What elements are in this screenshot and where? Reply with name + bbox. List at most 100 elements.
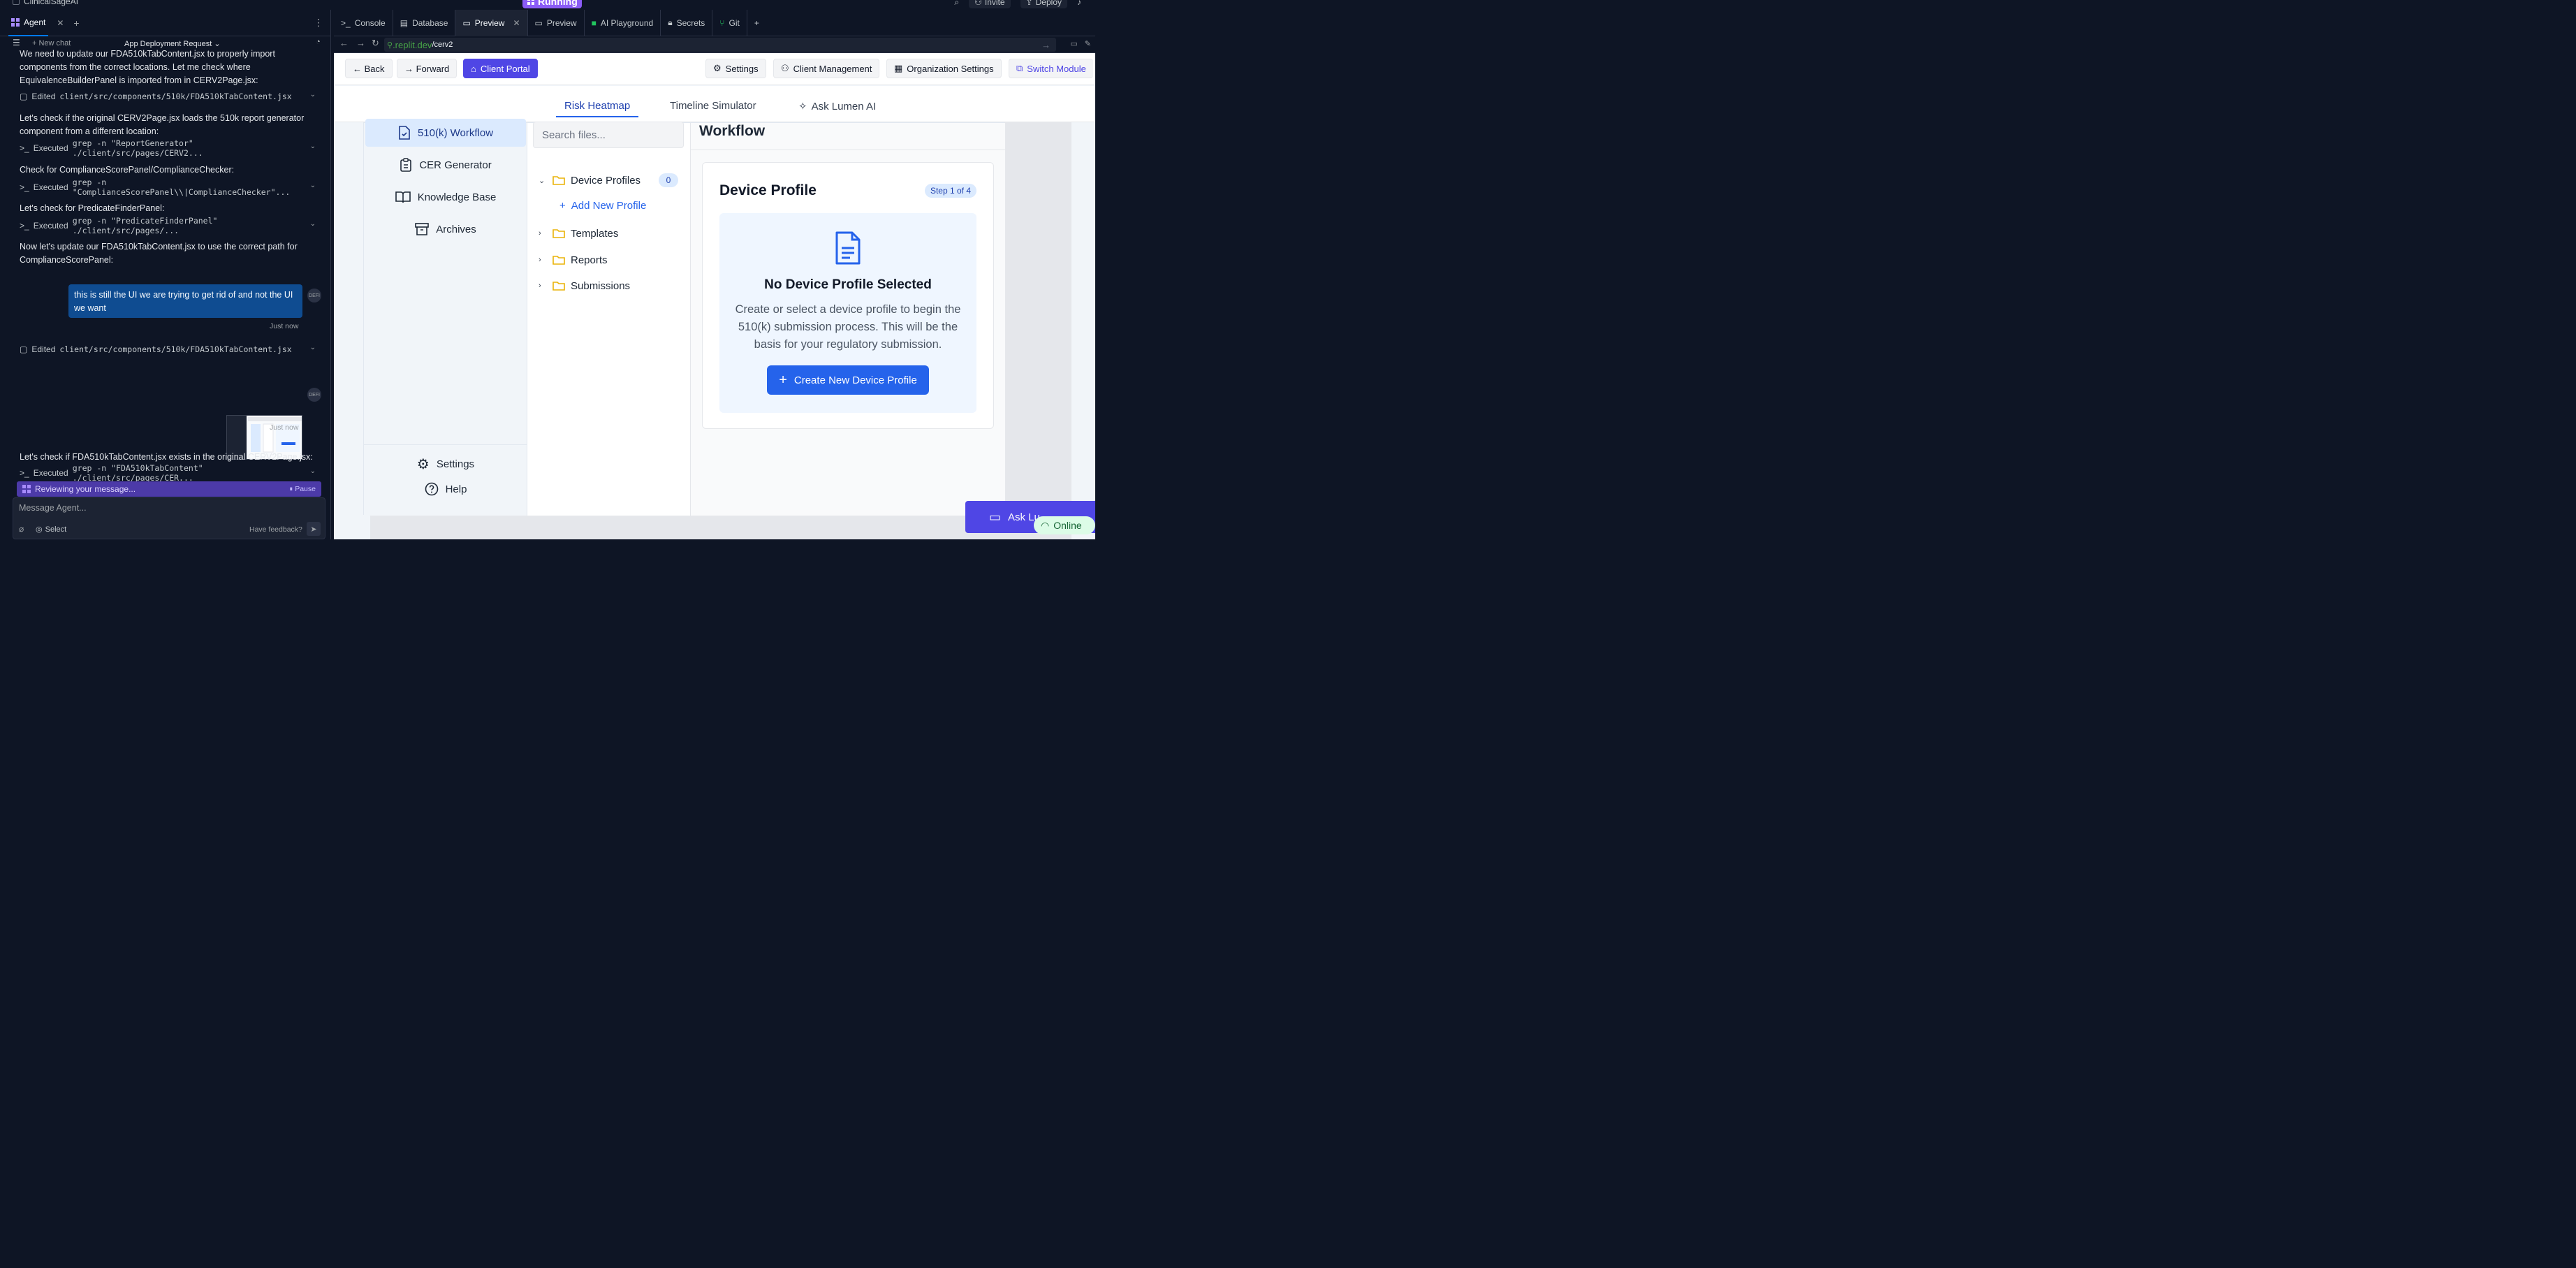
tab-ask-lumen-ai[interactable]: ✧ Ask Lumen AI (798, 100, 876, 113)
menu-icon[interactable]: ☰ (13, 38, 20, 48)
folder-templates[interactable]: › Templates (539, 225, 618, 242)
add-tab-icon[interactable]: + (73, 17, 79, 29)
action-executed[interactable]: >_ Executed grep -n "ReportGenerator" ./cl… (20, 138, 320, 158)
tab-preview[interactable]: ▭ Preview (528, 9, 585, 36)
tab-console[interactable]: >_ Console (334, 9, 393, 36)
search-icon[interactable]: ⌕ (954, 0, 959, 8)
sparkles-icon: ✧ (798, 101, 807, 112)
new-chat-button[interactable]: + New chat (32, 39, 71, 48)
feedback-link[interactable]: Have feedback? (249, 525, 302, 534)
agent-icon (11, 17, 20, 27)
app-icon (13, 0, 20, 5)
chevron-down-icon: ⌄ (309, 143, 316, 150)
tab-timeline-simulator[interactable]: Timeline Simulator (670, 100, 756, 112)
back-button[interactable]: ← Back (345, 59, 393, 78)
sidebar-help[interactable]: Help (364, 482, 527, 496)
sidebar-item-archives[interactable]: Archives (364, 215, 527, 243)
more-options-icon[interactable]: ⋮ (314, 17, 323, 29)
add-tab-button[interactable]: + (747, 10, 766, 36)
invite-button[interactable]: ⚇ Invite (969, 0, 1011, 8)
tab-agent[interactable]: Agent (8, 10, 49, 36)
tab-git[interactable]: ⑂ Git (712, 9, 747, 36)
tab-risk-heatmap[interactable]: Risk Heatmap (556, 100, 639, 117)
message-input[interactable]: Message Agent... (19, 503, 87, 513)
tab-database[interactable]: ▤ Database (393, 9, 456, 36)
tab-secrets[interactable]: 🔒︎ Secrets (661, 9, 713, 36)
target-icon: ◎ (36, 525, 43, 534)
forward-button[interactable]: → Forward (397, 59, 458, 78)
sidebar-settings[interactable]: ⚙ Settings (364, 456, 527, 473)
url-bar: ← → ↻ ⚲ .replit.dev/cerv2 → ▭ ✎ (334, 36, 1095, 53)
client-portal-button[interactable]: ⌂ Client Portal (463, 59, 538, 78)
monitor-icon: ▭ (462, 17, 471, 28)
chevron-down-icon: ⌄ (309, 467, 316, 475)
empty-title: No Device Profile Selected (764, 277, 932, 292)
folder-reports[interactable]: › Reports (539, 252, 608, 268)
add-new-profile-link[interactable]: + Add New Profile (559, 200, 646, 212)
count-badge: 0 (659, 173, 678, 187)
gear-icon: ⚙ (416, 457, 430, 472)
client-management-button[interactable]: ⚇ Client Management (773, 59, 880, 78)
pause-button[interactable]: ⏸ Pause (289, 485, 316, 494)
lock-icon: 🔒︎ (668, 17, 673, 27)
database-icon: ▤ (400, 17, 409, 28)
wifi-icon: ◠ (1041, 519, 1050, 531)
tab-preview-active[interactable]: ▭ Preview ✕ (455, 9, 528, 36)
file-check-icon (399, 126, 410, 140)
link-icon: ⚲ (387, 41, 393, 50)
plus-icon: + (559, 200, 566, 212)
app-name[interactable]: ClinicalSageAI (13, 0, 78, 6)
building-icon: ▦ (894, 63, 903, 73)
organization-settings-button[interactable]: ▦ Organization Settings (886, 59, 1002, 78)
app-header: ← Back → Forward ⌂ Client Portal ⚙ Setting… (334, 53, 1095, 85)
empty-description: Create or select a device profile to beg… (735, 303, 961, 351)
timestamp: Just now (270, 322, 299, 330)
chevron-right-icon: › (539, 229, 541, 238)
reload-icon[interactable]: ↻ (372, 38, 379, 49)
select-button[interactable]: ◎ Select (36, 525, 66, 534)
devices-icon[interactable]: ▭ (1070, 39, 1077, 48)
plus-icon: + (779, 372, 787, 388)
sidebar-item-510k-workflow[interactable]: 510(k) Workflow (365, 119, 526, 147)
devtools-icon[interactable]: ✎ (1085, 39, 1091, 48)
sidebar-item-knowledge-base[interactable]: Knowledge Base (364, 183, 527, 211)
action-edited[interactable]: ▢ Edited client/src/components/510k/FDA510… (20, 89, 320, 103)
action-edited[interactable]: ▢ Edited client/src/components/510k/FDA510… (20, 342, 320, 356)
run-button[interactable]: Running (522, 0, 582, 8)
empty-state: No Device Profile Selected Create or sel… (719, 213, 976, 413)
file-text-icon (835, 231, 861, 265)
url-input[interactable]: ⚲ .replit.dev/cerv2 → (384, 38, 1056, 52)
action-executed[interactable]: >_ Executed grep -n "FDA510kTabContent" ./… (20, 463, 320, 483)
top-bar: ClinicalSageAI Running ⌕ ⚇ Invite ⇪ Deploy… (0, 0, 1095, 10)
message-composer[interactable]: Message Agent... ⌀ ◎ Select Have feedback… (13, 497, 325, 539)
action-executed[interactable]: >_ Executed grep -n "ComplianceScorePanel\… (20, 177, 320, 197)
device-profile-card: Device Profile Step 1 of 4 No Device Pro… (702, 162, 994, 429)
folder-icon (552, 176, 565, 185)
search-files-input[interactable]: Search files... (533, 122, 684, 148)
create-device-profile-button[interactable]: + Create New Device Profile (767, 365, 929, 395)
history-icon[interactable]: ◔ (316, 38, 321, 46)
folder-submissions[interactable]: › Submissions (539, 277, 630, 294)
attach-icon[interactable]: ⌀ (19, 524, 24, 534)
bell-icon[interactable]: ♪ (1077, 0, 1081, 7)
close-tab-icon[interactable]: ✕ (513, 18, 520, 28)
forward-arrow-icon[interactable]: → (356, 38, 365, 48)
folder-device-profiles[interactable]: ⌄ Device Profiles (539, 172, 641, 189)
open-external-icon[interactable]: → (1041, 40, 1051, 50)
user-avatar: DEFI (307, 388, 321, 402)
chevron-down-icon: ⌄ (309, 182, 316, 189)
close-tab-icon[interactable]: ✕ (57, 18, 64, 28)
back-arrow-icon[interactable]: ← (339, 38, 349, 48)
building-icon: ⌂ (471, 63, 476, 74)
tab-ai-playground[interactable]: ■ AI Playground (585, 9, 661, 36)
sidebar-item-cer-generator[interactable]: CER Generator (364, 151, 527, 179)
action-executed[interactable]: >_ Executed grep -n "PredicateFinderPanel"… (20, 216, 320, 235)
folder-icon (552, 229, 565, 238)
terminal-icon: >_ (20, 221, 29, 231)
switch-module-button[interactable]: ⧉ Switch Module (1009, 59, 1093, 78)
settings-button[interactable]: ⚙ Settings (705, 59, 766, 78)
workspace: >_ Console ▤ Database ▭ Preview ✕ ▭ Preview ■… (334, 9, 1095, 539)
agent-icon (22, 485, 31, 493)
send-button[interactable]: ➤ (307, 522, 321, 536)
deploy-button[interactable]: ⇪ Deploy (1020, 0, 1067, 8)
